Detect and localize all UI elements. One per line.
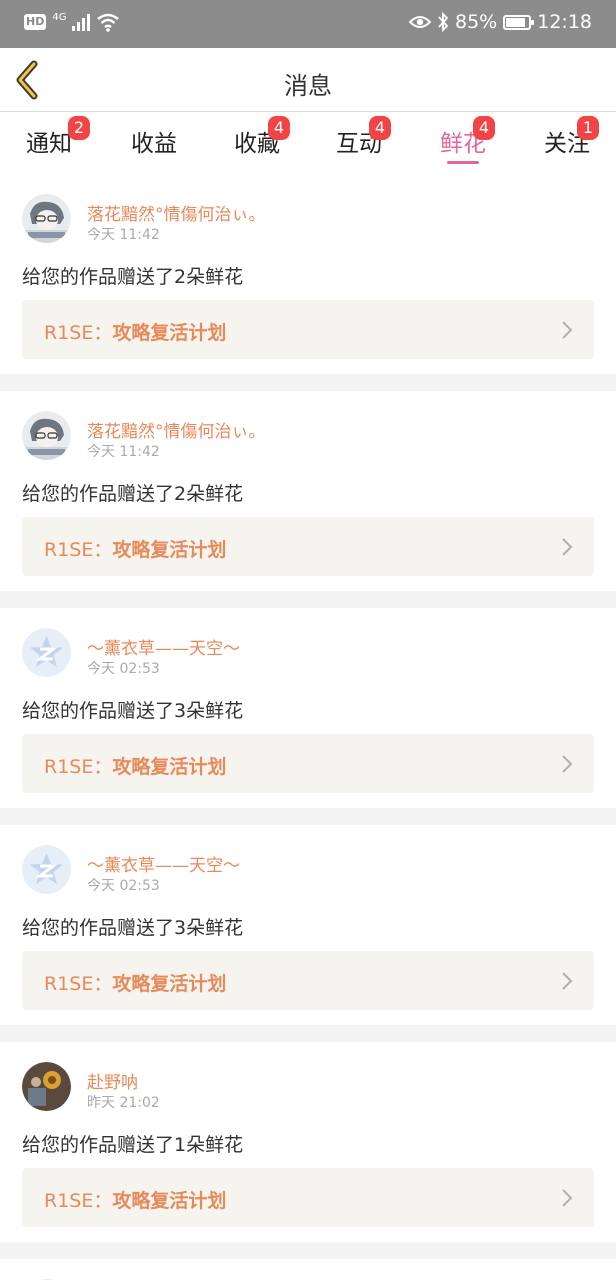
tab-badge: 2: [68, 116, 90, 140]
flower-message-card[interactable]: ～薰衣草——天空～ 今天 02:53 给您的作品赠送了3朵鲜花 R1SE：攻略复活计划: [0, 825, 616, 1025]
tab-badge: 4: [268, 116, 290, 140]
message-text: 给您的作品赠送了3朵鲜花: [22, 917, 244, 939]
tab-badge: 4: [369, 116, 391, 140]
work-title: 攻略复活计划: [112, 539, 227, 561]
flower-message-card[interactable]: 落花黯然°情傷何治ぃ。今天 11:42 给您的作品赠送了2朵鲜花 R1SE：攻略复活…: [0, 391, 616, 591]
status-right: 85% 12:18: [409, 11, 592, 33]
work-prefix: R1SE：: [44, 539, 113, 561]
work-prefix: R1SE：: [44, 322, 113, 344]
tab-following[interactable]: 关注 1: [527, 116, 607, 158]
work-prefix: R1SE：: [44, 756, 113, 778]
message-time: 今天 02:53: [87, 661, 160, 677]
battery-icon: [503, 14, 535, 30]
message-text: 给您的作品赠送了2朵鲜花: [22, 266, 244, 288]
flower-message-card[interactable]: 赴野呐昨天 21:02 给您的作品赠送了1朵鲜花 R1SE：攻略复活计划: [0, 1042, 616, 1242]
app-header: 消息: [0, 48, 616, 112]
work-title: 攻略复活计划: [112, 756, 227, 778]
username[interactable]: 落花黯然°情傷何治ぃ。: [87, 417, 266, 442]
message-time: 今天 02:53: [87, 878, 160, 894]
work-title-text: R1SE：攻略复活计划: [44, 1186, 226, 1213]
flower-message-card-partial[interactable]: [0, 1259, 616, 1280]
tab-favorites[interactable]: 收藏 4: [217, 116, 297, 158]
work-link[interactable]: R1SE：攻略复活计划: [22, 517, 594, 576]
message-text: 给您的作品赠送了1朵鲜花: [22, 1134, 244, 1156]
active-tab-indicator: [447, 161, 479, 164]
avatar[interactable]: [22, 411, 71, 460]
battery-fill: [506, 17, 525, 27]
username[interactable]: ～薰衣草——天空～: [87, 634, 240, 659]
work-prefix: R1SE：: [44, 1190, 113, 1212]
work-title-text: R1SE：攻略复活计划: [44, 535, 226, 562]
username[interactable]: ～薰衣草——天空～: [87, 851, 240, 876]
tab-label: 收益: [131, 131, 177, 157]
signal-icon: [72, 13, 91, 31]
work-link[interactable]: R1SE：攻略复活计划: [22, 734, 594, 793]
work-link[interactable]: R1SE：攻略复活计划: [22, 300, 594, 359]
battery-percent: 85%: [455, 11, 498, 33]
wifi-icon: [97, 13, 120, 32]
work-link[interactable]: R1SE：攻略复活计划: [22, 951, 594, 1010]
tab-bar: 通知 2 收益 收藏 4 互动 4 鲜花 4 关注 1: [0, 112, 616, 174]
message-text: 给您的作品赠送了3朵鲜花: [22, 700, 244, 722]
flower-message-card[interactable]: 落花黯然°情傷何治ぃ。今天 11:42 给您的作品赠送了2朵鲜花 R1SE：攻略复活…: [0, 174, 616, 374]
clock: 12:18: [537, 11, 592, 33]
tab-earnings[interactable]: 收益: [114, 124, 194, 158]
bluetooth-icon: [438, 12, 449, 32]
work-title: 攻略复活计划: [112, 1190, 227, 1212]
tab-badge: 4: [473, 116, 495, 140]
work-link[interactable]: R1SE：攻略复活计划: [22, 1168, 594, 1227]
tab-notifications[interactable]: 通知 2: [9, 116, 90, 158]
page-title: 消息: [284, 72, 332, 100]
eye-comfort-icon: [409, 16, 431, 28]
network-type: 4G: [52, 12, 67, 23]
tab-badge: 1: [577, 116, 599, 140]
chevron-right-icon: [560, 754, 574, 774]
avatar[interactable]: [22, 1062, 71, 1111]
flower-message-card[interactable]: ～薰衣草——天空～ 今天 02:53 给您的作品赠送了3朵鲜花 R1SE：攻略复活计划: [0, 608, 616, 808]
message-text: 给您的作品赠送了2朵鲜花: [22, 483, 244, 505]
tab-interactions[interactable]: 互动 4: [319, 116, 399, 158]
work-title-text: R1SE：攻略复活计划: [44, 969, 226, 996]
avatar[interactable]: [22, 845, 71, 894]
message-time: 昨天 21:02: [87, 1095, 160, 1111]
work-title-text: R1SE：攻略复活计划: [44, 318, 226, 345]
tab-flowers[interactable]: 鲜花 4: [423, 116, 503, 164]
chevron-right-icon: [560, 1188, 574, 1208]
hd-indicator: HD: [24, 14, 47, 30]
status-bar: HD 4G 85% 12:18: [0, 0, 616, 48]
message-time: 今天 11:42: [87, 227, 160, 243]
message-time: 今天 11:42: [87, 444, 160, 460]
chevron-right-icon: [560, 537, 574, 557]
username[interactable]: 赴野呐: [87, 1068, 138, 1093]
avatar[interactable]: [22, 628, 71, 677]
tab-label: 通知: [26, 131, 72, 157]
work-title: 攻略复活计划: [112, 322, 227, 344]
username[interactable]: 落花黯然°情傷何治ぃ。: [87, 200, 266, 225]
chevron-right-icon: [560, 971, 574, 991]
work-prefix: R1SE：: [44, 973, 113, 995]
work-title-text: R1SE：攻略复活计划: [44, 752, 226, 779]
avatar[interactable]: [22, 194, 71, 243]
chevron-right-icon: [560, 320, 574, 340]
work-title: 攻略复活计划: [112, 973, 227, 995]
status-left: HD 4G: [24, 12, 120, 32]
